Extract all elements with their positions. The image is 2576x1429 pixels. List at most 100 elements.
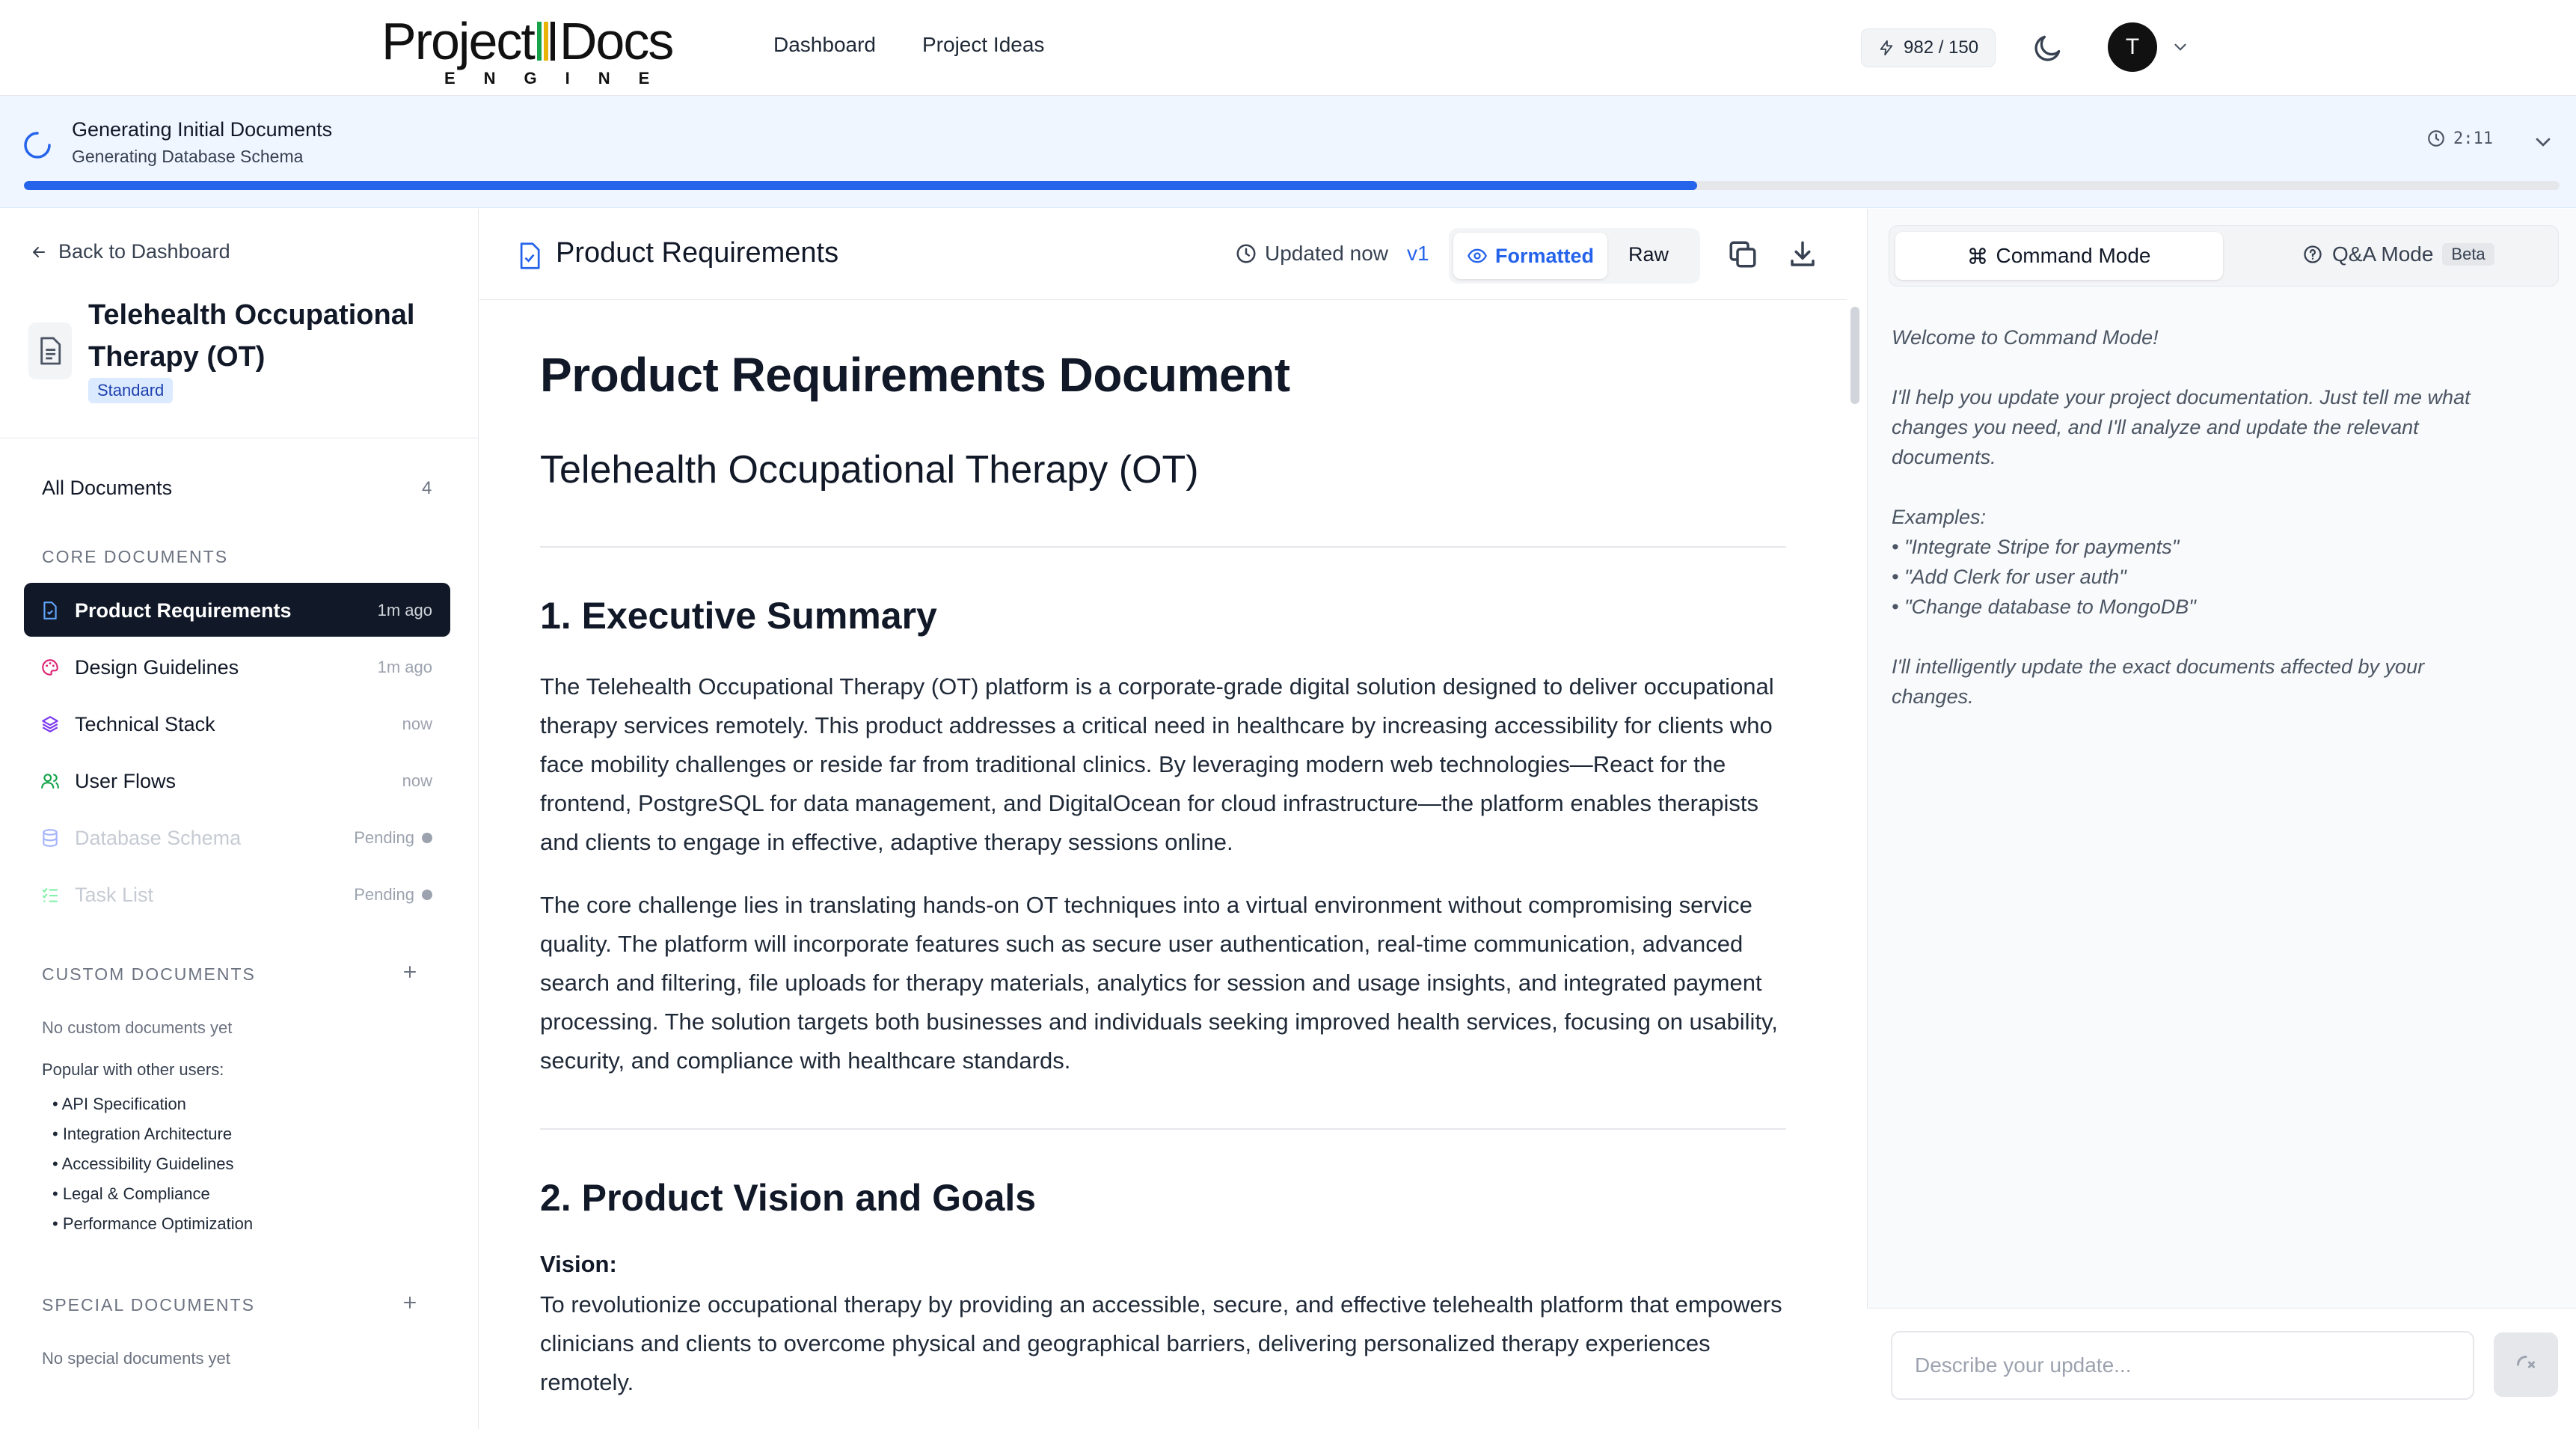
core-documents-heading: CORE DOCUMENTS: [42, 547, 229, 566]
updated-status: Updated now: [1235, 242, 1388, 266]
sidebar-item-technical-stack[interactable]: Technical Stack now: [24, 697, 450, 750]
sidebar-item-product-requirements[interactable]: Product Requirements 1m ago: [24, 583, 450, 637]
popular-item[interactable]: • Performance Optimization: [52, 1214, 253, 1234]
pending-label: Pending: [354, 885, 414, 904]
loading-spinner-icon: [24, 132, 51, 159]
copy-icon[interactable]: [1727, 239, 1758, 270]
lightning-icon: [1880, 40, 1893, 56]
nav-project-ideas-link[interactable]: Project Ideas: [922, 33, 1044, 57]
all-documents-count: 4: [422, 478, 432, 498]
vision-label: Vision:: [540, 1251, 617, 1277]
vision-paragraph: To revolutionize occupational therapy by…: [540, 1291, 1782, 1395]
view-toggle: Formatted Raw: [1449, 228, 1700, 284]
document-content[interactable]: Product Requirements Document Telehealth…: [479, 301, 1847, 1429]
popular-label: Popular with other users:: [42, 1060, 224, 1079]
assistant-panel: Command Mode Q&A Mode Beta Welcome to Co…: [1867, 209, 2576, 1429]
special-empty-text: No special documents yet: [42, 1349, 230, 1368]
project-document-icon: [28, 322, 72, 379]
credits-value: 982 / 150: [1904, 37, 1979, 58]
custom-empty-text: No custom documents yet: [42, 1018, 233, 1037]
section-paragraph: The core challenge lies in translating h…: [540, 892, 1778, 1074]
section-divider: [540, 1128, 1786, 1130]
custom-documents-heading: CUSTOM DOCUMENTS: [42, 964, 256, 984]
document-heading: Product Requirements Document: [540, 348, 1290, 402]
palette-icon: [42, 659, 58, 676]
document-scrollbar[interactable]: [1850, 307, 1859, 404]
back-to-dashboard-link[interactable]: Back to Dashboard: [30, 240, 230, 263]
popular-item[interactable]: • Integration Architecture: [52, 1124, 232, 1144]
banner-subtitle: Generating Database Schema: [72, 147, 304, 166]
document-title: Product Requirements: [556, 237, 839, 269]
version-label[interactable]: v1: [1407, 242, 1429, 266]
moon-icon[interactable]: [2031, 31, 2064, 64]
database-icon: [43, 829, 58, 847]
popular-item[interactable]: • Accessibility Guidelines: [52, 1154, 233, 1174]
sidebar-item-design-guidelines[interactable]: Design Guidelines 1m ago: [24, 640, 450, 694]
clock-icon: [2428, 130, 2444, 147]
command-mode-label: Command Mode: [1996, 244, 2151, 267]
update-input-area: [1867, 1308, 2576, 1429]
collapse-chevron-icon[interactable]: [2531, 130, 2555, 154]
add-custom-document-icon[interactable]: [401, 963, 419, 981]
avatar[interactable]: T: [2108, 22, 2157, 72]
qa-mode-label: Q&A Mode: [2332, 242, 2434, 266]
tab-command-mode[interactable]: Command Mode: [1895, 232, 2223, 280]
welcome-footer: I'll intelligently update the exact docu…: [1892, 655, 2425, 708]
top-navigation: Project Docs ENGINE Dashboard Project Ide…: [0, 0, 2576, 96]
list-check-icon: [42, 887, 58, 902]
chevron-down-icon[interactable]: [2171, 37, 2190, 57]
popular-item[interactable]: • Legal & Compliance: [52, 1184, 210, 1204]
document-subheading: Telehealth Occupational Therapy (OT): [540, 448, 1199, 492]
sidebar-item-time: now: [402, 771, 432, 790]
eye-icon: [1468, 248, 1487, 263]
welcome-description: I'll help you update your project docume…: [1892, 386, 2471, 468]
credits-badge[interactable]: 982 / 150: [1861, 28, 1996, 67]
beta-badge: Beta: [2442, 243, 2494, 266]
sidebar-item-time: now: [402, 714, 432, 733]
formatted-view-button[interactable]: Formatted: [1453, 233, 1607, 279]
example-item: • "Integrate Stripe for payments": [1892, 536, 2180, 558]
popular-item[interactable]: • API Specification: [52, 1095, 186, 1114]
users-icon: [41, 774, 59, 789]
sidebar-item-user-flows[interactable]: User Flows now: [24, 753, 450, 807]
pending-dot-icon: [422, 890, 432, 900]
logo-bars-icon: [536, 22, 556, 61]
pending-dot-icon: [422, 833, 432, 843]
section-title-vision-goals: 2. Product Vision and Goals: [540, 1177, 1037, 1219]
send-button[interactable]: [2494, 1332, 2558, 1397]
nav-dashboard-link[interactable]: Dashboard: [773, 33, 876, 57]
describe-update-input[interactable]: [1891, 1331, 2474, 1400]
all-documents-link[interactable]: All Documents: [42, 477, 172, 500]
special-documents-heading: SPECIAL DOCUMENTS: [42, 1295, 255, 1315]
command-icon: [1969, 248, 1986, 264]
tab-qa-mode[interactable]: Q&A Mode Beta: [2302, 242, 2494, 266]
section-paragraph: The Telehealth Occupational Therapy (OT)…: [540, 673, 1774, 855]
clock-icon: [1236, 244, 1256, 263]
logo[interactable]: Project Docs ENGINE: [381, 15, 696, 88]
pending-label: Pending: [354, 828, 414, 847]
section-divider: [540, 546, 1786, 548]
logo-wordmark: Project Docs: [381, 15, 674, 67]
sidebar-item-task-list[interactable]: Task List Pending: [24, 867, 450, 921]
sidebar-item-time: 1m ago: [377, 601, 432, 619]
welcome-title: Welcome to Command Mode!: [1892, 326, 2159, 349]
add-special-document-icon[interactable]: [401, 1294, 419, 1312]
logo-subtitle: ENGINE: [444, 69, 678, 88]
sidebar-item-label: Design Guidelines: [75, 656, 239, 679]
generation-banner: Generating Initial Documents Generating …: [0, 96, 2576, 208]
project-tier-badge: Standard: [88, 378, 174, 403]
file-check-icon: [43, 602, 57, 619]
arrow-left-icon: [33, 246, 45, 257]
back-label: Back to Dashboard: [58, 240, 230, 263]
sidebar-item-status: Pending: [354, 885, 432, 905]
sidebar-item-label: Product Requirements: [75, 599, 292, 622]
layers-icon: [42, 716, 58, 732]
sidebar-item-database-schema[interactable]: Database Schema Pending: [24, 810, 450, 864]
sidebar-item-label: Technical Stack: [75, 713, 215, 735]
banner-title: Generating Initial Documents: [72, 118, 333, 141]
formatted-label: Formatted: [1494, 244, 1594, 267]
mode-tabs: Command Mode Q&A Mode Beta: [1889, 225, 2559, 287]
download-icon[interactable]: [1787, 239, 1818, 270]
raw-view-button[interactable]: Raw: [1628, 243, 1669, 266]
sidebar: Back to Dashboard Telehealth Occupationa…: [0, 209, 479, 1429]
